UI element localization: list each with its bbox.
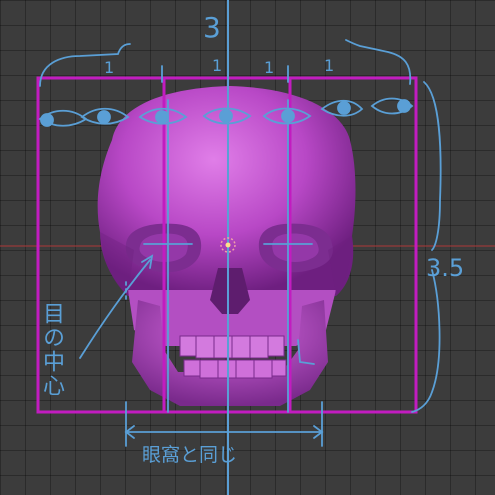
eye-icon (97, 110, 111, 124)
eye-icon (397, 99, 411, 113)
height-ratio-label: 3.5 (426, 254, 465, 282)
eye-icon (155, 110, 169, 124)
eye-center-label: 目の中心 (39, 302, 64, 398)
height-bracket (423, 81, 442, 251)
top-total-label: 3 (203, 11, 221, 44)
upper-teeth (179, 335, 285, 359)
eye-icon (219, 109, 233, 123)
lower-teeth (183, 359, 287, 379)
orbit-width-note: 眼窩と同じ (142, 444, 238, 466)
3d-viewport[interactable]: 3 1 1 1 1 3.5 目の中心 眼窩と同じ (0, 0, 495, 495)
right-eye-inner (272, 233, 319, 262)
eye-icon (337, 101, 351, 115)
eye-icon (40, 113, 54, 127)
top-span-bracket (39, 43, 131, 87)
viewport-overlay (0, 0, 495, 495)
eye-icon (281, 109, 295, 123)
unit-label: 1 (104, 58, 115, 77)
unit-label: 1 (212, 56, 223, 75)
unit-label: 1 (264, 58, 275, 77)
unit-label: 1 (324, 56, 335, 75)
